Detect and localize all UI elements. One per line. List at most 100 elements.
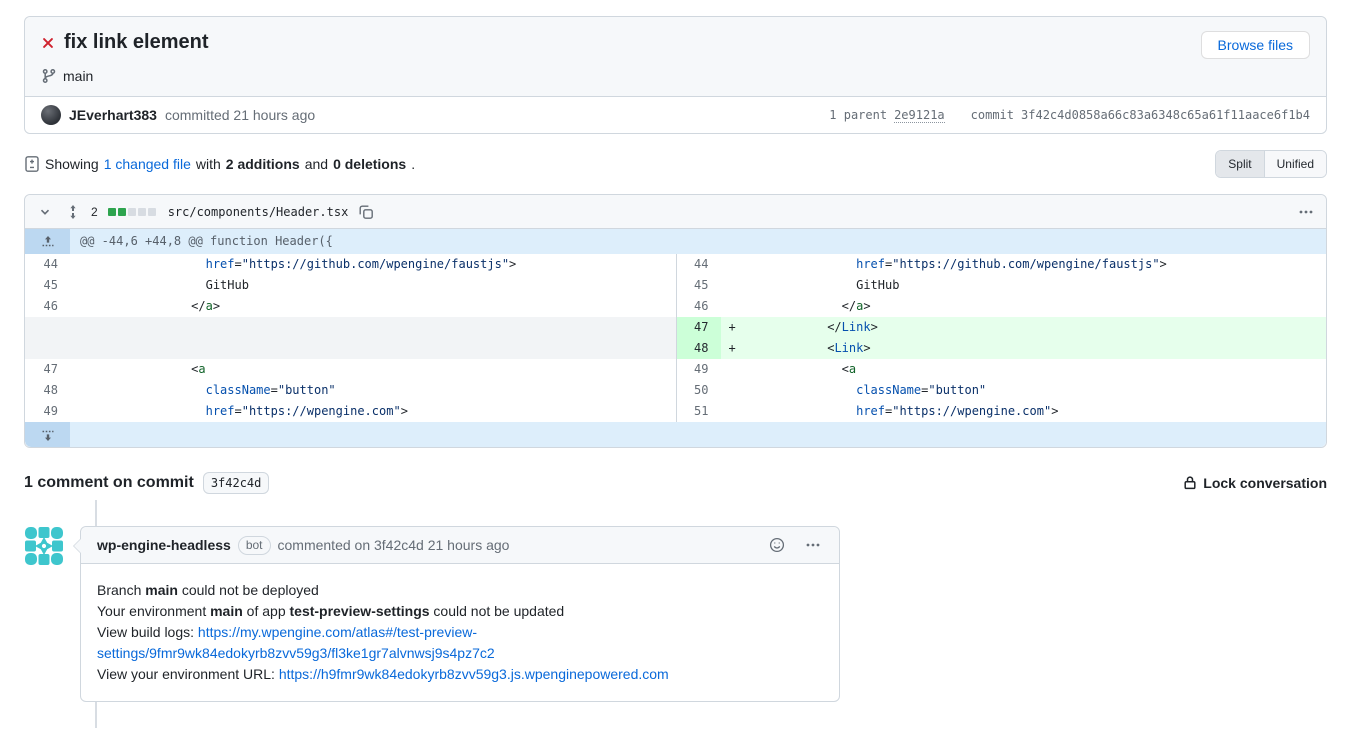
diff-code-line: href="https://wpengine.com"> xyxy=(70,401,676,422)
expand-down-button[interactable] xyxy=(25,422,70,447)
parent-sha-link[interactable]: 2e9121a xyxy=(894,108,945,123)
diffstat-neutral-square xyxy=(148,208,156,216)
diff-line-number[interactable]: 47 xyxy=(25,359,70,380)
showing-label: Showing xyxy=(45,156,99,172)
file-path-link[interactable]: src/components/Header.tsx xyxy=(168,205,349,219)
diff-file-header: 2 src/components/Header.tsx xyxy=(25,195,1326,229)
changed-file-link[interactable]: 1 changed file xyxy=(104,156,191,172)
comment-link[interactable]: https://h9fmr9wk84edokyrb8zvv59g3.js.wpe… xyxy=(279,666,669,682)
diffstat-added-square xyxy=(118,208,126,216)
browse-files-button[interactable]: Browse files xyxy=(1201,31,1310,59)
split-view-button[interactable]: Split xyxy=(1216,151,1263,177)
commit-title: fix link element xyxy=(64,31,209,54)
comment-body-line: settings/9fmr9wk84edokyrb8zvv59g3/fl3ke1… xyxy=(97,643,823,664)
commit-title-row: fix link element xyxy=(41,31,209,54)
diff-line-number[interactable]: 46 xyxy=(676,296,721,317)
comments-heading-text: 1 comment on commit xyxy=(24,474,194,492)
file-diff-icon xyxy=(24,156,40,172)
expand-down-row[interactable] xyxy=(70,422,1326,447)
diff-line-number[interactable]: 51 xyxy=(676,401,721,422)
comment-link[interactable]: settings/9fmr9wk84edokyrb8zvv59g3/fl3ke1… xyxy=(97,645,495,661)
diff-line-number[interactable]: 49 xyxy=(676,359,721,380)
comment-text: could not be updated xyxy=(430,603,565,619)
x-status-icon xyxy=(41,36,55,50)
comment-body-line: View build logs: https://my.wpengine.com… xyxy=(97,622,823,643)
additions-count: 2 additions xyxy=(226,156,300,172)
diff-code-line: + </Link> xyxy=(721,317,1327,338)
comment-text: of app xyxy=(243,603,290,619)
comment-text: could not be deployed xyxy=(178,582,319,598)
diff-code-line: <a xyxy=(721,359,1327,380)
commit-header-bottom: JEverhart383 committed 21 hours ago 1 pa… xyxy=(25,96,1326,133)
diff-line-number[interactable]: 45 xyxy=(25,275,70,296)
diffstat-added-square xyxy=(108,208,116,216)
commit-author[interactable]: JEverhart383 xyxy=(69,107,157,123)
comment-body-line: Branch main could not be deployed xyxy=(97,580,823,601)
comment-meta: commented on 3f42c4d 21 hours ago xyxy=(278,537,510,553)
comment-author[interactable]: wp-engine-headless xyxy=(97,537,231,553)
diff-empty-cell xyxy=(25,317,70,338)
diff-empty-cell xyxy=(70,338,676,359)
comment-text: View build logs: xyxy=(97,624,198,640)
diff-code-line: GitHub xyxy=(70,275,676,296)
commit-page: fix link element Browse files main JEver… xyxy=(0,0,1351,728)
diff-line-number[interactable]: 46 xyxy=(25,296,70,317)
diff-line-number[interactable]: 44 xyxy=(25,254,70,275)
commit-time-text: committed 21 hours ago xyxy=(165,107,315,123)
author-avatar[interactable] xyxy=(41,105,61,125)
diff-line-number[interactable]: 50 xyxy=(676,380,721,401)
diff-code-line: href="https://wpengine.com"> xyxy=(721,401,1327,422)
diff-code-line: href="https://github.com/wpengine/faustj… xyxy=(721,254,1327,275)
diff-view-toggle: Split Unified xyxy=(1215,150,1327,178)
comment-text: Your environment xyxy=(97,603,210,619)
diff-empty-cell xyxy=(70,317,676,338)
expand-up-button[interactable] xyxy=(25,229,70,254)
comment-options-kebab-icon[interactable] xyxy=(803,535,823,555)
with-label: with xyxy=(196,156,221,172)
diff-code-line: GitHub xyxy=(721,275,1327,296)
changed-files-summary: Showing 1 changed file with 2 additions … xyxy=(24,156,415,172)
comment-text: Branch xyxy=(97,582,145,598)
commit-sha-chip: 3f42c4d xyxy=(203,472,270,494)
diff-line-number[interactable]: 49 xyxy=(25,401,70,422)
file-options-kebab-icon[interactable] xyxy=(1296,202,1316,222)
comment-text: main xyxy=(145,582,178,598)
diff-table: @@ -44,6 +44,8 @@ function Header({ 44 h… xyxy=(25,229,1326,447)
copy-path-icon[interactable] xyxy=(356,202,376,222)
diff-line-number[interactable]: 47 xyxy=(676,317,721,338)
comment-text: test-preview-settings xyxy=(290,603,430,619)
bot-badge: bot xyxy=(238,536,271,555)
branch-name[interactable]: main xyxy=(63,68,93,84)
diffstat-neutral-square xyxy=(138,208,146,216)
diff-line-number[interactable]: 45 xyxy=(676,275,721,296)
comment-link[interactable]: https://my.wpengine.com/atlas#/test-prev… xyxy=(198,624,477,640)
emoji-reaction-icon[interactable] xyxy=(767,535,787,555)
lock-icon xyxy=(1182,475,1198,491)
bot-avatar[interactable] xyxy=(24,526,64,566)
diff-code-line: className="button" xyxy=(70,380,676,401)
comment-body-line: Your environment main of app test-previe… xyxy=(97,601,823,622)
diff-line-number[interactable]: 48 xyxy=(25,380,70,401)
diffstat xyxy=(108,208,156,216)
unified-view-button[interactable]: Unified xyxy=(1264,151,1326,177)
deletions-count: 0 deletions xyxy=(333,156,406,172)
diff-line-number[interactable]: 48 xyxy=(676,338,721,359)
file-changes-count: 2 xyxy=(91,205,98,219)
comment-body: Branch main could not be deployedYour en… xyxy=(81,564,839,701)
diff-code-line: className="button" xyxy=(721,380,1327,401)
diff-empty-cell xyxy=(25,338,70,359)
diff-line-number[interactable]: 44 xyxy=(676,254,721,275)
collapse-chevron-down-icon[interactable] xyxy=(35,202,55,222)
git-branch-icon xyxy=(41,68,57,84)
period: . xyxy=(411,156,415,172)
expand-all-icon[interactable] xyxy=(63,202,83,222)
lock-conversation-button[interactable]: Lock conversation xyxy=(1182,475,1327,491)
diff-code-line: href="https://github.com/wpengine/faustj… xyxy=(70,254,676,275)
commit-header-top: fix link element Browse files main xyxy=(25,17,1326,96)
diff-code-line: </a> xyxy=(70,296,676,317)
lock-conversation-label: Lock conversation xyxy=(1203,475,1327,491)
and-label: and xyxy=(305,156,328,172)
commit-sha: 3f42c4d0858a66c83a6348c65a61f11aace6f1b4 xyxy=(1021,108,1310,122)
comment-text: main xyxy=(210,603,243,619)
diff-file-box: 2 src/components/Header.tsx @@ -44,6 +4 xyxy=(24,194,1327,448)
